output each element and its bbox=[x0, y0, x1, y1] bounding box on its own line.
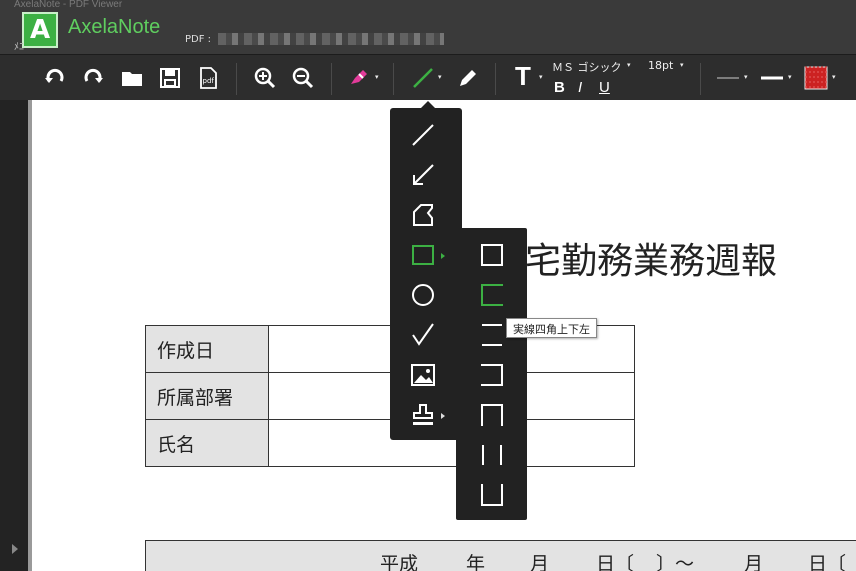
text-tool-icon[interactable]: T bbox=[510, 61, 536, 91]
color-swatch-icon[interactable] bbox=[803, 65, 829, 91]
tooltip: 実線四角上下左 bbox=[506, 318, 597, 338]
period-text: 日〔 bbox=[596, 553, 635, 571]
line-width-dropdown[interactable]: ▾ bbox=[788, 73, 792, 81]
folder-icon[interactable] bbox=[119, 65, 145, 91]
shape-menu bbox=[390, 101, 462, 440]
pdf-label: PDF : bbox=[185, 34, 212, 45]
title-bar: AxelaNote - PDF Viewer A AxelaNote ﾒﾆ PD… bbox=[0, 0, 856, 54]
text-tool-dropdown[interactable]: ▾ bbox=[539, 73, 543, 81]
stamp-submenu-arrow bbox=[441, 413, 445, 419]
toolbar-divider bbox=[495, 63, 496, 95]
underline-button[interactable]: U bbox=[599, 79, 610, 96]
table-label: 作成日 bbox=[145, 325, 269, 373]
rect-left-right-icon[interactable] bbox=[477, 440, 507, 470]
toolbar-divider bbox=[700, 63, 701, 95]
document-title: 宅勤務業務週報 bbox=[525, 241, 778, 282]
font-size-dropdown[interactable]: ▾ bbox=[680, 61, 684, 69]
rect-top-bottom-right-icon[interactable] bbox=[477, 360, 507, 390]
rect-top-left-right-icon[interactable] bbox=[477, 400, 507, 430]
menu-caret bbox=[421, 101, 435, 108]
table-label: 氏名 bbox=[145, 419, 269, 467]
pdf-filename-redacted bbox=[218, 33, 444, 45]
period-text: 日〔 bbox=[808, 553, 847, 571]
zoom-in-icon[interactable] bbox=[252, 65, 278, 91]
highlighter-icon[interactable] bbox=[346, 65, 372, 91]
rect-top-bottom-left-icon[interactable] bbox=[477, 280, 507, 310]
font-name-select[interactable]: ＭＳ ゴシック bbox=[552, 59, 622, 75]
toolbar-divider bbox=[236, 63, 237, 95]
highlighter-dropdown[interactable]: ▾ bbox=[375, 73, 379, 81]
rotate-left-icon[interactable] bbox=[42, 65, 68, 91]
rect-all-sides-icon[interactable] bbox=[477, 240, 507, 270]
line-style-dropdown[interactable]: ▾ bbox=[744, 73, 748, 81]
menu-hint[interactable]: ﾒﾆ bbox=[14, 38, 24, 53]
pdf-export-icon[interactable]: pdf bbox=[195, 65, 221, 91]
line-tool-dropdown[interactable]: ▾ bbox=[438, 73, 442, 81]
rectangle-submenu bbox=[456, 228, 527, 520]
table-label: 所属部署 bbox=[145, 372, 269, 420]
rect-top-bottom-icon[interactable] bbox=[477, 320, 507, 350]
period-text: 平成 bbox=[380, 553, 419, 571]
period-text: 月 bbox=[530, 553, 550, 571]
period-text: 年 bbox=[466, 553, 486, 571]
arrow-icon[interactable] bbox=[408, 160, 438, 190]
app-logo: A bbox=[22, 12, 58, 48]
zoom-out-icon[interactable] bbox=[290, 65, 316, 91]
rotate-right-icon[interactable] bbox=[80, 65, 106, 91]
line-width-icon[interactable] bbox=[760, 65, 784, 91]
period-text: 〕～ bbox=[656, 553, 695, 571]
stamp-icon[interactable] bbox=[408, 400, 438, 430]
period-text: 月 bbox=[744, 553, 764, 571]
app-name: AxelaNote bbox=[68, 16, 161, 38]
line-tool-icon[interactable] bbox=[410, 65, 436, 91]
image-icon[interactable] bbox=[408, 360, 438, 390]
period-row: 平成 年 月 日〔 〕～ 月 日〔 bbox=[145, 540, 856, 571]
app-logo-letter: A bbox=[29, 15, 51, 45]
ellipse-icon[interactable] bbox=[408, 280, 438, 310]
toolbar-divider bbox=[331, 63, 332, 95]
italic-button[interactable]: I bbox=[578, 79, 582, 96]
font-name-dropdown[interactable]: ▾ bbox=[627, 61, 631, 69]
line-icon[interactable] bbox=[408, 120, 438, 150]
bold-button[interactable]: B bbox=[554, 79, 565, 96]
line-style-icon[interactable] bbox=[716, 65, 740, 91]
pen-icon[interactable] bbox=[455, 65, 481, 91]
expand-panel-icon[interactable] bbox=[12, 544, 18, 554]
toolbar-divider bbox=[393, 63, 394, 95]
freeform-shape-icon[interactable] bbox=[408, 200, 438, 230]
font-size-select[interactable]: 18pt bbox=[648, 59, 673, 72]
checkmark-icon[interactable] bbox=[408, 320, 438, 350]
save-icon[interactable] bbox=[157, 65, 183, 91]
side-panel-collapsed bbox=[0, 100, 28, 571]
pdf-export-icon-label: pdf bbox=[203, 77, 215, 85]
rectangle-icon[interactable] bbox=[408, 240, 438, 270]
window-title: AxelaNote - PDF Viewer bbox=[14, 0, 123, 10]
color-dropdown[interactable]: ▾ bbox=[832, 73, 836, 81]
toolbar: pdf ▾ ▾ T ▾ ＭＳ ゴシック ▾ 18pt ▾ B I U ▾ ▾ ▾ bbox=[0, 54, 856, 100]
rectangle-submenu-arrow bbox=[441, 253, 445, 259]
rect-bottom-left-right-icon[interactable] bbox=[477, 480, 507, 510]
